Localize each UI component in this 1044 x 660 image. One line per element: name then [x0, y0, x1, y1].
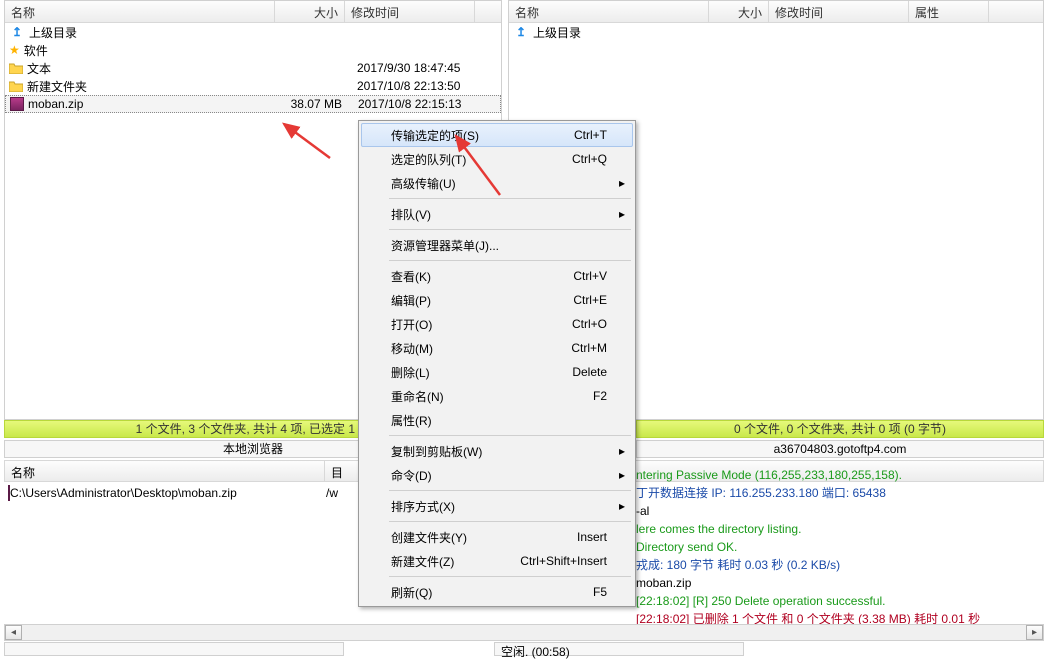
- menu-command[interactable]: 命令(D) ▸: [361, 463, 633, 487]
- menu-edit[interactable]: 编辑(P) Ctrl+E: [361, 288, 633, 312]
- status-idle: 空闲. (00:58): [494, 642, 744, 656]
- menu-new-file[interactable]: 新建文件(Z) Ctrl+Shift+Insert: [361, 549, 633, 573]
- menu-separator: [389, 198, 631, 199]
- menu-separator: [389, 521, 631, 522]
- menu-separator: [389, 229, 631, 230]
- menu-separator: [389, 490, 631, 491]
- menu-view[interactable]: 查看(K) Ctrl+V: [361, 264, 633, 288]
- log-line: ntering Passive Mode (116,255,233,180,25…: [636, 466, 1042, 484]
- submenu-arrow-icon: ▸: [619, 207, 625, 221]
- log-line: Directory send OK.: [636, 538, 1042, 556]
- menu-transfer-selected[interactable]: 传输选定的项(S) Ctrl+T: [361, 123, 633, 147]
- menu-properties[interactable]: 属性(R): [361, 408, 633, 432]
- queue-col-name[interactable]: 名称: [5, 461, 325, 481]
- menu-separator: [389, 576, 631, 577]
- context-menu: 传输选定的项(S) Ctrl+T 选定的队列(T) Ctrl+Q 高级传输(U)…: [358, 120, 636, 607]
- scroll-track[interactable]: [22, 625, 1026, 640]
- up-dir-label: 上级目录: [29, 24, 279, 41]
- menu-explorer-menu[interactable]: 资源管理器菜单(J)...: [361, 233, 633, 257]
- col-name[interactable]: 名称: [5, 1, 275, 22]
- menu-refresh[interactable]: 刷新(Q) F5: [361, 580, 633, 604]
- bottom-status-bar: 空闲. (00:58): [4, 642, 1044, 656]
- right-column-header: 名称 大小 修改时间 属性: [509, 1, 1043, 23]
- file-row-selected[interactable]: moban.zip 38.07 MB 2017/10/8 22:15:13: [5, 95, 501, 113]
- right-file-list[interactable]: ↥ 上级目录: [509, 23, 1043, 41]
- up-arrow-icon: ↥: [513, 24, 529, 40]
- menu-delete[interactable]: 删除(L) Delete: [361, 360, 633, 384]
- col-size[interactable]: 大小: [709, 1, 769, 22]
- file-mtime: 2017/10/8 22:15:13: [348, 97, 508, 111]
- folder-icon: [9, 78, 23, 94]
- menu-copy-clipboard[interactable]: 复制到剪贴板(W) ▸: [361, 439, 633, 463]
- menu-sort-by[interactable]: 排序方式(X) ▸: [361, 494, 633, 518]
- scroll-left-button[interactable]: ◂: [5, 625, 22, 640]
- queue-item-path: C:\Users\Administrator\Desktop\moban.zip: [10, 486, 326, 500]
- file-name: 软件: [24, 42, 274, 59]
- right-status-summary: 0 个文件, 0 个文件夹, 共计 0 项 (0 字节): [636, 420, 1044, 438]
- log-line: 戎成: 180 字节 耗时 0.03 秒 (0.2 KB/s): [636, 556, 1042, 574]
- submenu-arrow-icon: ▸: [619, 499, 625, 513]
- log-line: moban.zip: [636, 574, 1042, 592]
- scroll-right-button[interactable]: ▸: [1026, 625, 1043, 640]
- right-status-host: a36704803.gotoftp4.com: [636, 440, 1044, 458]
- left-column-header: 名称 大小 修改时间: [5, 1, 501, 23]
- file-size: 38.07 MB: [278, 97, 348, 111]
- file-row[interactable]: ★ 软件: [5, 41, 501, 59]
- menu-advanced-transfer[interactable]: 高级传输(U) ▸: [361, 171, 633, 195]
- file-mtime: 2017/9/30 18:47:45: [347, 61, 507, 75]
- col-name[interactable]: 名称: [509, 1, 709, 22]
- col-mtime[interactable]: 修改时间: [769, 1, 909, 22]
- col-size[interactable]: 大小: [275, 1, 345, 22]
- submenu-arrow-icon: ▸: [619, 176, 625, 190]
- status-ready: [4, 642, 344, 656]
- file-name: 新建文件夹: [27, 78, 277, 95]
- star-icon: ★: [9, 42, 20, 58]
- horizontal-scrollbar[interactable]: ◂ ▸: [4, 624, 1044, 641]
- menu-separator: [389, 435, 631, 436]
- submenu-arrow-icon: ▸: [619, 444, 625, 458]
- menu-queue[interactable]: 排队(V) ▸: [361, 202, 633, 226]
- up-dir-row[interactable]: ↥ 上级目录: [5, 23, 501, 41]
- folder-icon: [9, 60, 23, 76]
- ftp-log[interactable]: ntering Passive Mode (116,255,233,180,25…: [636, 466, 1042, 626]
- menu-rename[interactable]: 重命名(N) F2: [361, 384, 633, 408]
- file-name: 文本: [27, 60, 277, 77]
- menu-separator: [389, 260, 631, 261]
- log-line: -al: [636, 502, 1042, 520]
- col-attr[interactable]: 属性: [909, 1, 989, 22]
- menu-open[interactable]: 打开(O) Ctrl+O: [361, 312, 633, 336]
- file-row[interactable]: 新建文件夹 2017/10/8 22:13:50: [5, 77, 501, 95]
- file-row[interactable]: 文本 2017/9/30 18:47:45: [5, 59, 501, 77]
- log-line: lere comes the directory listing.: [636, 520, 1042, 538]
- file-mtime: 2017/10/8 22:13:50: [347, 79, 507, 93]
- up-dir-label: 上级目录: [533, 24, 783, 41]
- up-arrow-icon: ↥: [9, 24, 25, 40]
- menu-move[interactable]: 移动(M) Ctrl+M: [361, 336, 633, 360]
- up-dir-row[interactable]: ↥ 上级目录: [509, 23, 1043, 41]
- file-name: moban.zip: [28, 97, 278, 111]
- zip-icon: [10, 96, 24, 112]
- left-file-list[interactable]: ↥ 上级目录 ★ 软件 文本 2017/9/30 18:47:45 新建文件夹 …: [5, 23, 501, 113]
- menu-create-folder[interactable]: 创建文件夹(Y) Insert: [361, 525, 633, 549]
- log-line: [22:18:02] [R] 250 Delete operation succ…: [636, 592, 1042, 610]
- submenu-arrow-icon: ▸: [619, 468, 625, 482]
- log-line: 丁开数据连接 IP: 116.255.233.180 端口: 65438: [636, 484, 1042, 502]
- menu-queue-selected[interactable]: 选定的队列(T) Ctrl+Q: [361, 147, 633, 171]
- col-mtime[interactable]: 修改时间: [345, 1, 475, 22]
